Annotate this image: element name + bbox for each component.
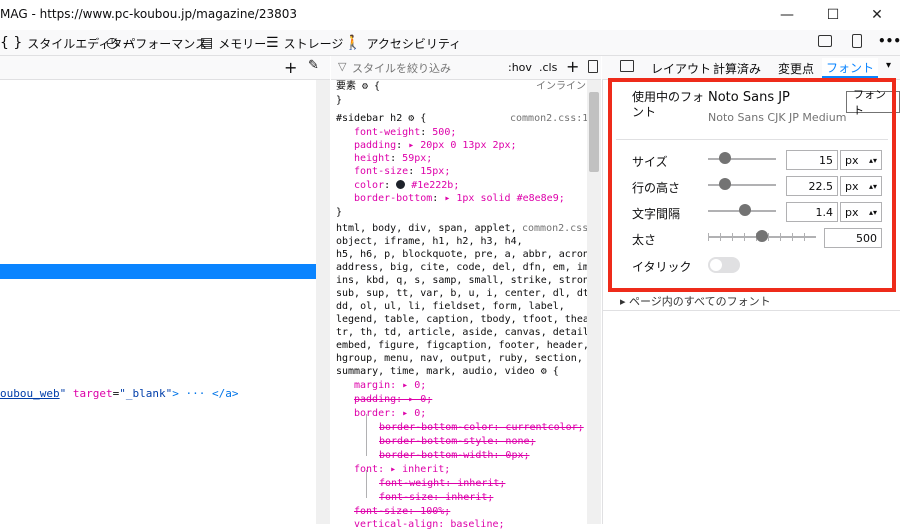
decl-row[interactable]: padding: ▸ 20px 0 13px 2px; xyxy=(354,139,517,152)
rule1-selector[interactable]: #sidebar h2 ⚙ { xyxy=(336,112,426,125)
rule2-selector-line: ins, kbd, q, s, samp, small, strike, str… xyxy=(336,275,601,286)
print-media-icon[interactable] xyxy=(588,60,598,73)
attr-name: target xyxy=(72,387,113,400)
decl-row[interactable]: vertical-align: baseline; xyxy=(354,518,505,531)
markup-node-line[interactable]: oubou_web" target="_blank"> ··· </a> xyxy=(0,387,238,400)
rule2-selector-line: html, body, div, span, applet, xyxy=(336,223,517,234)
add-node-icon[interactable]: + xyxy=(284,58,297,77)
tree-line xyxy=(366,414,367,456)
hov-button[interactable]: :hov xyxy=(508,61,532,74)
responsive-icon[interactable] xyxy=(818,35,832,47)
all-fonts-section[interactable]: ▸ ページ内のすべてのフォント xyxy=(620,293,771,309)
chip-icon: ▤ xyxy=(200,35,214,51)
tool-storage[interactable]: ☰ ストレージ xyxy=(266,34,343,52)
chevron-down-icon[interactable]: ▾ xyxy=(886,60,891,71)
tool-label: アクセシビリティ xyxy=(366,36,462,51)
gauge-icon: ◴ xyxy=(106,35,119,51)
decl-row-overridden[interactable]: border-bottom-style: none; xyxy=(379,435,536,448)
rule2-selector-line: hgroup, menu, nav, output, ruby, section… xyxy=(336,353,583,364)
rule2-selector-line: tr, th, td, article, aside, canvas, deta… xyxy=(336,327,601,338)
decl-row-overridden[interactable]: border-bottom-width: 0px; xyxy=(379,449,530,462)
tag-end: > ··· </a> xyxy=(172,387,239,400)
decl-row[interactable]: border: ▸ 0; xyxy=(354,407,426,420)
tree-line xyxy=(366,470,367,498)
decl-row[interactable]: font-size: 15px; xyxy=(354,165,450,178)
markup-header xyxy=(0,56,330,80)
markup-scrollbar[interactable] xyxy=(316,80,330,524)
filter-styles-input[interactable] xyxy=(352,60,512,76)
rules-scroll-thumb[interactable] xyxy=(589,92,599,172)
decl-row-overridden[interactable]: font-size: inherit; xyxy=(379,491,493,504)
href-value[interactable]: oubou_web xyxy=(0,387,60,400)
decl-row-overridden[interactable]: border-bottom-color: currentcolor; xyxy=(379,421,584,434)
dock-icon[interactable] xyxy=(852,34,862,48)
all-fonts-label: ページ内のすべてのフォント xyxy=(629,295,771,308)
color-swatch[interactable] xyxy=(396,180,406,189)
decl-row-overridden[interactable]: padding: ▸ 0; xyxy=(354,393,432,406)
rule2-selector-line: dd, ol, ul, li, fieldset, form, label, xyxy=(336,301,565,312)
tab-changes[interactable]: 変更点 xyxy=(778,58,814,78)
eyedropper-icon[interactable]: ✎ xyxy=(308,58,319,73)
element-rule-header: 要素 ⚙ { xyxy=(336,81,381,92)
rule1-close: } xyxy=(336,207,343,218)
rule2-selector-line: embed, figure, figcaption, footer, heade… xyxy=(336,340,589,351)
tool-performance[interactable]: ◴ パフォーマンス xyxy=(106,34,207,52)
storage-icon: ☰ xyxy=(266,35,279,51)
tab-computed[interactable]: 計算済み xyxy=(713,58,761,78)
rule2-selector-line: address, big, cite, code, del, dfn, em, … xyxy=(336,262,601,273)
maximize-button[interactable]: ☐ xyxy=(810,0,856,30)
selected-node-row[interactable] xyxy=(0,264,316,279)
decl-row[interactable]: color: #1e222b; xyxy=(354,179,459,192)
tab-layout[interactable]: レイアウト xyxy=(651,58,711,78)
window-title: MAG - https://www.pc-koubou.jp/magazine/… xyxy=(0,7,298,21)
tool-label: メモリー xyxy=(218,36,267,51)
filter-icon: ▽ xyxy=(338,60,347,73)
tool-accessibility[interactable]: 🚶 アクセシビリティ xyxy=(344,34,461,52)
toggle-sidebar-icon[interactable] xyxy=(620,60,634,72)
divider xyxy=(602,310,900,311)
markup-pane xyxy=(0,56,330,524)
inline-label: インライン xyxy=(536,81,586,92)
rule2-selector-line: sub, sup, tt, var, b, u, i, center, dl, … xyxy=(336,288,595,299)
tab-fonts[interactable]: フォント xyxy=(822,58,878,78)
braces-icon: { } xyxy=(0,35,23,51)
element-rule-close: } xyxy=(336,95,343,106)
accessibility-icon: 🚶 xyxy=(344,35,362,51)
tool-label: ストレージ xyxy=(283,36,344,51)
decl-row[interactable]: margin: ▸ 0; xyxy=(354,379,426,392)
attr-value: "_blank" xyxy=(119,387,173,400)
more-menu-icon[interactable]: ••• xyxy=(878,34,900,48)
decl-row[interactable]: font-weight: 500; xyxy=(354,126,456,139)
add-rule-icon[interactable]: + xyxy=(566,57,579,76)
decl-row-overridden[interactable]: font-weight: inherit; xyxy=(379,477,505,490)
highlight-annotation xyxy=(608,78,896,292)
decl-row[interactable]: height: 59px; xyxy=(354,152,432,165)
minimize-button[interactable]: — xyxy=(764,0,810,30)
rule2-selector-line: object, iframe, h1, h2, h3, h4, xyxy=(336,236,523,247)
rule2-selector-line: summary, time, mark, audio, video ⚙ { xyxy=(336,366,559,377)
decl-row-overridden[interactable]: font-size: 100%; xyxy=(354,505,450,518)
tool-label: パフォーマンス xyxy=(123,36,207,51)
decl-row[interactable]: font: ▸ inherit; xyxy=(354,463,450,476)
tool-memory[interactable]: ▤ メモリー xyxy=(200,34,266,52)
cls-button[interactable]: .cls xyxy=(539,61,557,74)
rule2-selector-line: legend, table, caption, tbody, tfoot, th… xyxy=(336,314,601,325)
decl-row[interactable]: border-bottom: ▸ 1px solid #e8e8e9; xyxy=(354,192,565,205)
chevron-right-icon: ▸ xyxy=(620,295,630,308)
close-button[interactable]: ✕ xyxy=(854,0,900,30)
rule2-selector-line: h5, h6, p, blockquote, pre, a, abbr, acr… xyxy=(336,249,607,260)
